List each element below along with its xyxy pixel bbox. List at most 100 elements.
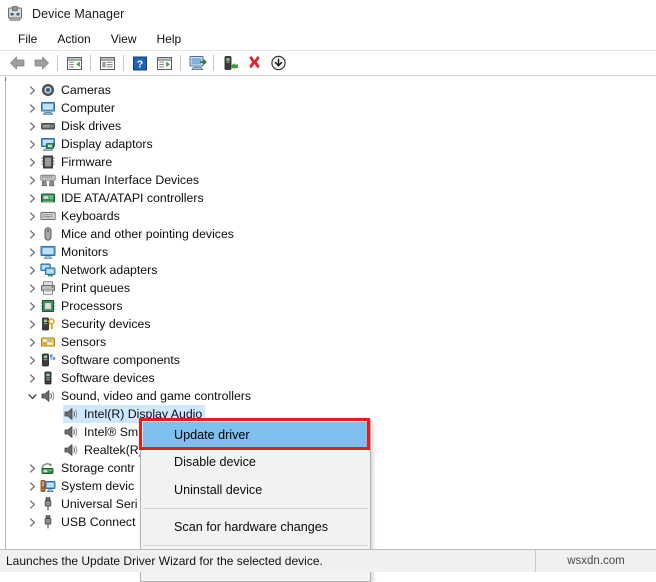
tree-item-ide-ata-atapi-controllers[interactable]: IDE ATA/ATAPI controllers (6, 189, 656, 207)
tree-expand-toggle[interactable] (24, 225, 40, 243)
speaker-icon (64, 444, 78, 456)
toolbar-console-tree-button[interactable] (62, 52, 86, 74)
context-menu-item-scan-for-hardware-changes[interactable]: Scan for hardware changes (141, 513, 370, 541)
tree-item-monitors[interactable]: Monitors (6, 243, 656, 261)
toolbar-uninstall-device-button[interactable] (242, 52, 266, 74)
context-menu-item-disable-device[interactable]: Disable device (141, 448, 370, 476)
chevron-right-icon (29, 211, 35, 221)
tree-item-sensors[interactable]: Sensors (6, 333, 656, 351)
scan-hardware-changes-icon (189, 56, 207, 70)
tree-item-label: Universal Seri (61, 497, 138, 511)
tree-item-content: Universal Seri (40, 495, 138, 513)
menu-action[interactable]: Action (47, 30, 100, 48)
menu-view[interactable]: View (101, 30, 147, 48)
tree-item-label: Cameras (61, 83, 111, 97)
tree-item-sound-video-and-game-controllers[interactable]: Sound, video and game controllers (6, 387, 656, 405)
software-component-icon (40, 352, 56, 368)
tree-item-content: IDE ATA/ATAPI controllers (40, 189, 204, 207)
tree-item-cameras[interactable]: Cameras (6, 81, 656, 99)
toolbar-update-driver-button[interactable] (218, 52, 242, 74)
tree-item-label: Sensors (61, 335, 107, 349)
chevron-right-icon (29, 139, 35, 149)
toolbar-properties-button[interactable] (95, 52, 119, 74)
toolbar-scan-hardware-button[interactable] (185, 52, 209, 74)
sensor-icon (41, 337, 55, 347)
toolbar-separator (123, 55, 124, 71)
tree-expand-toggle[interactable] (24, 495, 40, 513)
tree-item-print-queues[interactable]: Print queues (6, 279, 656, 297)
tree-expand-toggle[interactable] (24, 135, 40, 153)
speaker-icon (40, 388, 56, 404)
context-menu-item-uninstall-device[interactable]: Uninstall device (141, 476, 370, 504)
security-device-icon (42, 317, 55, 331)
tree-item-content: Cameras (40, 81, 111, 99)
tree-expand-toggle[interactable] (24, 279, 40, 297)
tree-item-processors[interactable]: Processors (6, 297, 656, 315)
tree-expand-toggle[interactable] (24, 459, 40, 477)
tree-expand-toggle[interactable] (24, 351, 40, 369)
tree-item-software-components[interactable]: Software components (6, 351, 656, 369)
tree-item-mice-and-other-pointing-devices[interactable]: Mice and other pointing devices (6, 225, 656, 243)
tree-expand-toggle[interactable] (24, 153, 40, 171)
toolbar-back-button[interactable] (5, 52, 29, 74)
chevron-right-icon (29, 337, 35, 347)
tree-item-software-devices[interactable]: Software devices (6, 369, 656, 387)
tree-item-label: Processors (61, 299, 123, 313)
tree-item-content: Software components (40, 351, 180, 369)
tree-expand-toggle[interactable] (24, 315, 40, 333)
toolbar-action-pane-button[interactable] (152, 52, 176, 74)
show-hide-action-pane-icon (156, 56, 172, 70)
tree-expand-toggle[interactable] (24, 297, 40, 315)
tree-item-security-devices[interactable]: Security devices (6, 315, 656, 333)
tree-expand-toggle[interactable] (24, 243, 40, 261)
chevron-right-icon (29, 157, 35, 167)
tree-item-content: Human Interface Devices (40, 171, 199, 189)
storage-controller-icon (41, 463, 54, 474)
tree-item-label: Realtek(R) (84, 443, 143, 457)
tree-item-keyboards[interactable]: Keyboards (6, 207, 656, 225)
chevron-right-icon (29, 355, 35, 365)
context-menu-item-update-driver[interactable]: Update driver (143, 422, 368, 448)
tree-expand-toggle[interactable] (24, 189, 40, 207)
tree-expand-toggle[interactable] (24, 477, 40, 495)
tree-item-display-adaptors[interactable]: Display adaptors (6, 135, 656, 153)
tree-expand-toggle[interactable] (24, 369, 40, 387)
chevron-right-icon (29, 499, 35, 509)
tree-item-label: Human Interface Devices (61, 173, 200, 187)
tree-expand-toggle[interactable] (24, 117, 40, 135)
chevron-right-icon (29, 229, 35, 239)
toolbar-separator (213, 55, 214, 71)
display-adapter-icon (41, 138, 55, 151)
tree-expand-toggle[interactable] (24, 261, 40, 279)
tree-item-content: Print queues (40, 279, 130, 297)
tree-expand-toggle[interactable] (24, 333, 40, 351)
disk-drive-icon (41, 123, 55, 130)
tree-item-computer[interactable]: Computer (6, 99, 656, 117)
tree-expand-toggle[interactable] (24, 81, 40, 99)
tree-collapse-toggle[interactable] (24, 387, 40, 405)
tree-item-firmware[interactable]: Firmware (6, 153, 656, 171)
tree-item-network-adapters[interactable]: Network adapters (6, 261, 656, 279)
tree-item-content: Software devices (40, 369, 155, 387)
tree-expand-toggle[interactable] (24, 207, 40, 225)
toolbar-forward-button[interactable] (29, 52, 53, 74)
usb-icon (44, 515, 52, 529)
firmware-chip-icon (41, 155, 55, 169)
usb-icon (44, 497, 52, 511)
tree-expand-toggle[interactable] (24, 99, 40, 117)
tree-item-disk-drives[interactable]: Disk drives (6, 117, 656, 135)
tree-item-human-interface-devices[interactable]: Human Interface Devices (6, 171, 656, 189)
tree-expand-toggle[interactable] (24, 513, 40, 531)
menu-file[interactable]: File (8, 30, 47, 48)
watermark: wsxdn.com (567, 555, 625, 567)
tree-expand-toggle[interactable] (24, 171, 40, 189)
show-hide-console-tree-icon (66, 56, 82, 70)
tree-item-content: Computer (40, 99, 115, 117)
menu-help[interactable]: Help (147, 30, 192, 48)
toolbar-disable-device-button[interactable] (266, 52, 290, 74)
toolbar-help-button[interactable]: ? (128, 52, 152, 74)
tree-item-label: Keyboards (61, 209, 120, 223)
uninstall-device-icon (248, 56, 260, 69)
speaker-icon (64, 408, 78, 420)
